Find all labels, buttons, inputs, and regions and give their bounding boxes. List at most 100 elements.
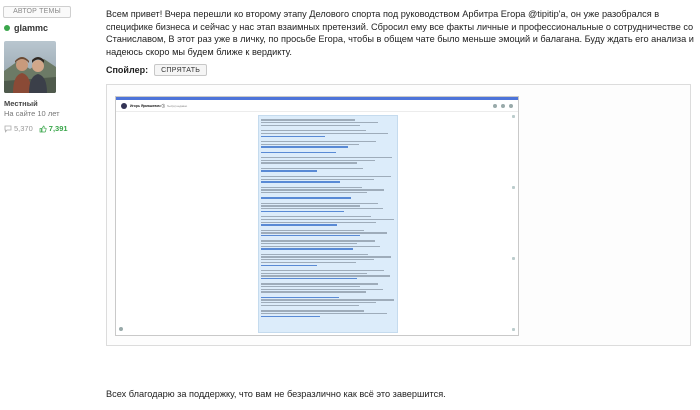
screenshot-text-line: [261, 296, 339, 299]
screenshot-text-line: [261, 248, 354, 250]
online-status-icon: [4, 25, 10, 31]
screenshot-text-line: [261, 288, 383, 290]
screenshot-text-line: [261, 191, 367, 194]
author-rating-value: 7,391: [48, 124, 68, 133]
screenshot-text-line: [261, 210, 345, 213]
screenshot-text-line: [261, 138, 394, 139]
screenshot-attach-icon: [119, 327, 123, 331]
screenshot-text-line: [261, 146, 349, 148]
screenshot-text-line: [261, 304, 359, 307]
screenshot-text-line: [261, 165, 380, 166]
screenshot-header-icons: [489, 103, 513, 108]
screenshot-text-line: [261, 149, 364, 150]
screenshot-text-line: [261, 286, 361, 288]
screenshot-text-line: [261, 157, 393, 159]
screenshot-text-line: [261, 294, 388, 295]
screenshot-text-line: [261, 216, 371, 218]
screenshot-text-line: [261, 229, 365, 231]
screenshot-text-line: [261, 283, 378, 285]
screenshot-text-line: [261, 130, 366, 132]
author-username[interactable]: glammc: [14, 23, 48, 33]
screenshot-text-line: [261, 127, 383, 128]
screenshot-text-line: [261, 178, 374, 180]
screenshot-text-line: [261, 264, 318, 266]
screenshot-text-line: [261, 310, 365, 312]
screenshot-text-line: [261, 159, 375, 161]
screenshot-text-line: [261, 202, 378, 204]
screenshot-text-line: [261, 119, 355, 121]
screenshot-text-line: [261, 140, 377, 143]
screenshot-side-icons: [512, 115, 515, 331]
screenshot-text-line: [261, 227, 382, 228]
screenshot-message-bubble: [258, 115, 398, 333]
screenshot-text-line: [261, 261, 357, 264]
message-count-value: 5,370: [14, 124, 33, 133]
screenshot-text-line: [261, 154, 370, 155]
screenshot-text-line: [261, 272, 367, 274]
screenshot-text-line: [261, 135, 326, 137]
post-closing-text: Всех благодарю за поддержку, что вам не …: [106, 389, 446, 399]
screenshot-text-line: [261, 205, 361, 207]
screenshot-text-line: [261, 189, 385, 191]
screenshot-text-line: [261, 243, 358, 245]
screenshot-text-line: [261, 291, 366, 293]
author-panel: АВТОР ТЕМЫ glammc Местный На сайте 10 ле…: [0, 6, 90, 133]
thumbs-up-icon: [39, 125, 47, 132]
message-bubble-icon: [4, 125, 12, 133]
screenshot-text-line: [261, 253, 369, 256]
screenshot-text-line: [261, 224, 338, 226]
screenshot-text-line: [261, 238, 392, 239]
screenshot-text-line: [261, 318, 392, 319]
screenshot-text-line: [261, 299, 394, 301]
screenshot-text-line: [261, 308, 382, 309]
screenshot-text-line: [261, 197, 351, 199]
screenshot-avatar-icon: [121, 102, 127, 109]
screenshot-text-line: [261, 143, 359, 145]
author-member-since: На сайте 10 лет: [4, 109, 60, 118]
screenshot-text-line: [261, 281, 355, 282]
screenshot-text-line: [261, 167, 363, 170]
screenshot-text-line: [261, 186, 362, 188]
screenshot-text-line: [261, 256, 391, 258]
spoiler-hide-button[interactable]: СПРЯТАТЬ: [154, 64, 208, 76]
screenshot-text-line: [261, 232, 387, 234]
screenshot-text-line: [261, 221, 377, 223]
screenshot-chat-name: Игорь Ярмашевич ⓘ: [130, 104, 165, 108]
screenshot-text-line: [261, 122, 378, 124]
screenshot-text-line: [261, 259, 374, 261]
screenshot-text-line: [261, 213, 388, 214]
chat-screenshot-image[interactable]: Игорь Ярмашевич ⓘ был(а) недавно: [115, 96, 519, 336]
screenshot-text-line: [261, 181, 341, 183]
screenshot-text-line: [261, 277, 358, 280]
screenshot-text-line: [261, 175, 391, 178]
spoiler-header: Спойлер: СПРЯТАТЬ: [106, 64, 208, 76]
screenshot-text-line: [261, 267, 362, 268]
author-rating: 7,391: [39, 124, 68, 133]
message-count: 5,370: [4, 124, 33, 133]
screenshot-chat-status: был(а) недавно: [166, 103, 188, 108]
screenshot-text-line: [261, 184, 379, 185]
spoiler-label: Спойлер:: [106, 65, 149, 75]
screenshot-text-line: [261, 208, 383, 210]
screenshot-text-line: [261, 234, 361, 237]
screenshot-text-line: [261, 151, 337, 153]
screenshot-text-line: [261, 218, 394, 221]
screenshot-text-line: [261, 240, 375, 242]
avatar-photo: [4, 41, 56, 93]
screenshot-text-line: [261, 170, 318, 172]
author-name-row[interactable]: glammc: [4, 23, 90, 33]
screenshot-text-line: [261, 269, 385, 272]
post-body: Всем привет! Вчера перешли ко второму эт…: [106, 9, 694, 57]
screenshot-text-line: [261, 251, 386, 252]
author-stats: 5,370 7,391: [4, 124, 90, 133]
screenshot-text-line: [261, 245, 381, 247]
screenshot-text-line: [261, 195, 390, 196]
screenshot-text-line: [261, 275, 390, 277]
screenshot-text-line: [261, 200, 355, 201]
avatar[interactable]: [4, 41, 56, 93]
screenshot-text-line: [261, 312, 387, 315]
screenshot-text-line: [261, 124, 361, 127]
screenshot-text-line: [261, 315, 320, 317]
screenshot-text-line: [261, 173, 368, 174]
screenshot-chat-header: Игорь Ярмашевич ⓘ был(а) недавно: [116, 100, 518, 112]
